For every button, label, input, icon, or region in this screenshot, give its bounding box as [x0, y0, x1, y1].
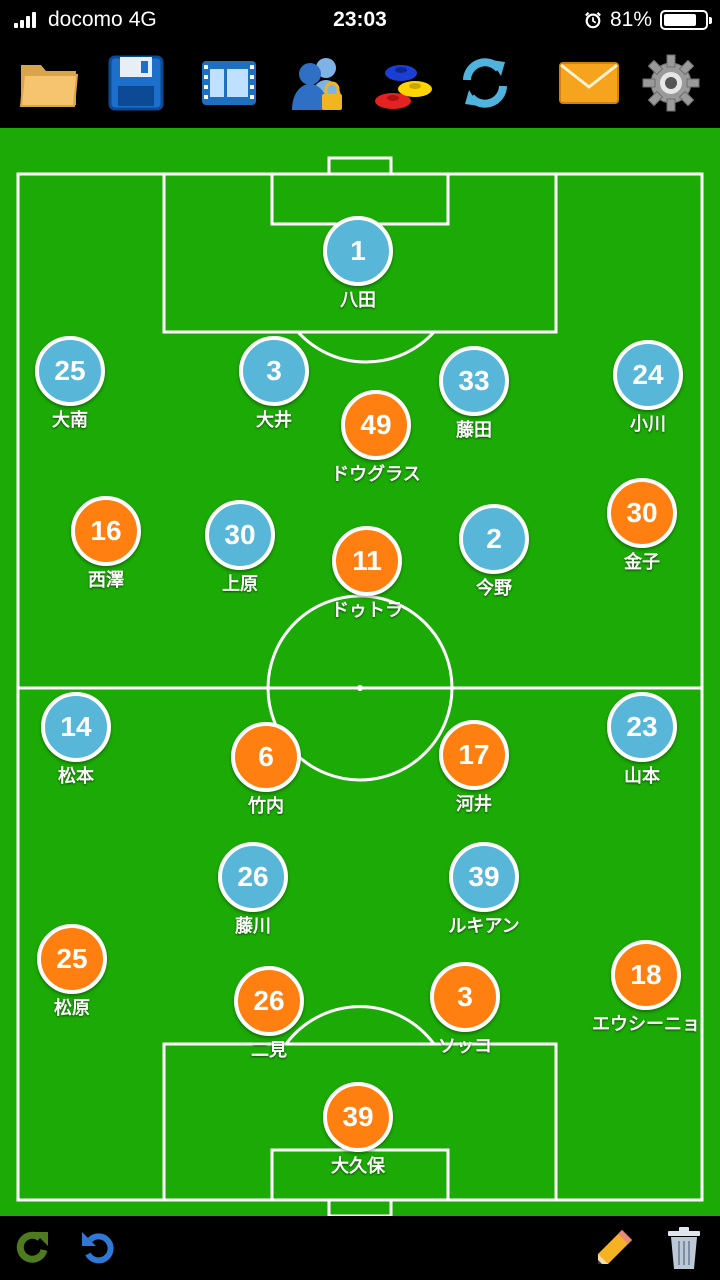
save-icon	[108, 55, 164, 111]
player-name: 山本	[624, 766, 660, 786]
player-number: 49	[341, 390, 411, 460]
folder-button[interactable]	[16, 50, 82, 116]
player-marker[interactable]: 23 山本	[562, 692, 720, 788]
pencil-icon	[598, 1230, 632, 1264]
player-number: 2	[459, 504, 529, 574]
player-number: 14	[41, 692, 111, 762]
drawing-controls	[570, 1216, 720, 1280]
player-name: 八田	[340, 290, 376, 310]
folder-icon	[19, 65, 79, 107]
player-marker[interactable]: 6 竹内	[186, 722, 346, 818]
player-marker[interactable]: 30 金子	[562, 478, 720, 574]
player-name: 小川	[630, 414, 666, 434]
player-marker[interactable]: 25 松原	[0, 924, 152, 1020]
player-number: 39	[323, 1082, 393, 1152]
player-number: 39	[449, 842, 519, 912]
status-bar: docomo 4G 23:03 81%	[0, 0, 720, 40]
mail-button[interactable]	[556, 50, 622, 116]
player-marker[interactable]: 24 小川	[568, 340, 720, 436]
player-name: ドウグラス	[331, 464, 421, 484]
player-marker[interactable]: 2 今野	[414, 504, 574, 600]
delete-button[interactable]	[660, 1224, 708, 1272]
redo-icon	[16, 1231, 48, 1263]
player-name: 金子	[624, 552, 660, 572]
player-number: 30	[607, 478, 677, 548]
player-marker[interactable]: 1 八田	[278, 216, 438, 312]
refresh-icon	[463, 58, 507, 108]
player-name: 松原	[54, 998, 90, 1018]
video-button[interactable]	[196, 50, 262, 116]
player-number: 18	[611, 940, 681, 1010]
player-name: ルキアン	[448, 916, 520, 936]
player-number: 23	[607, 692, 677, 762]
trash-icon	[668, 1227, 700, 1269]
mail-icon	[559, 62, 619, 104]
player-number: 16	[71, 496, 141, 566]
redo-button[interactable]	[12, 1224, 60, 1272]
player-number: 17	[439, 720, 509, 790]
player-marker[interactable]: 39 大久保	[278, 1082, 438, 1178]
player-number: 11	[332, 526, 402, 596]
player-name: 大久保	[331, 1156, 385, 1176]
player-name: 松本	[58, 766, 94, 786]
player-marker[interactable]: 3 ソッコ	[385, 962, 545, 1058]
player-marker[interactable]: 39 ルキアン	[404, 842, 564, 938]
player-name: 河井	[456, 794, 492, 814]
player-name: 藤川	[235, 916, 271, 936]
draw-button[interactable]	[590, 1224, 638, 1272]
toolbar	[0, 44, 720, 124]
cones-button[interactable]	[370, 50, 436, 116]
player-marker[interactable]: 17 河井	[394, 720, 554, 816]
player-marker[interactable]: 14 松本	[0, 692, 156, 788]
player-name: 二見	[251, 1040, 287, 1060]
player-marker[interactable]: 49 ドウグラス	[296, 390, 456, 486]
player-number: 30	[205, 500, 275, 570]
history-controls	[0, 1216, 138, 1280]
battery-icon	[660, 10, 712, 30]
undo-icon	[82, 1232, 114, 1264]
player-marker[interactable]: 25 大南	[0, 336, 150, 432]
player-name: エウシーニョ	[592, 1014, 700, 1034]
swap-button[interactable]	[452, 50, 518, 116]
player-name: 今野	[476, 578, 512, 598]
team-lock-button[interactable]	[286, 50, 352, 116]
settings-button[interactable]	[638, 50, 704, 116]
player-number: 26	[218, 842, 288, 912]
film-icon	[202, 61, 256, 105]
undo-button[interactable]	[74, 1224, 122, 1272]
battery-percent: 81%	[609, 8, 652, 31]
team-lock-icon	[292, 58, 342, 110]
save-button[interactable]	[103, 50, 169, 116]
soccer-pitch[interactable]: 1 八田 25 大南 3 大井 33 藤田 24 小川 49 ドウグラス 16 西澤 30 上原 11 ドゥトラ 2…	[0, 128, 720, 1216]
player-name: ソッコ	[438, 1036, 492, 1056]
player-number: 25	[35, 336, 105, 406]
player-number: 25	[37, 924, 107, 994]
player-number: 24	[613, 340, 683, 410]
alarm-clock-icon	[585, 12, 601, 29]
player-number: 3	[430, 962, 500, 1032]
player-marker[interactable]: 26 藤川	[173, 842, 333, 938]
player-number: 26	[234, 966, 304, 1036]
player-number: 1	[323, 216, 393, 286]
player-marker[interactable]: 18 エウシーニョ	[566, 940, 720, 1036]
player-number: 6	[231, 722, 301, 792]
settings-gear-icon	[642, 54, 700, 112]
player-name: 竹内	[248, 796, 284, 816]
cones-icon	[375, 65, 432, 109]
player-marker[interactable]: 26 二見	[189, 966, 349, 1062]
player-name: 大南	[52, 410, 88, 430]
